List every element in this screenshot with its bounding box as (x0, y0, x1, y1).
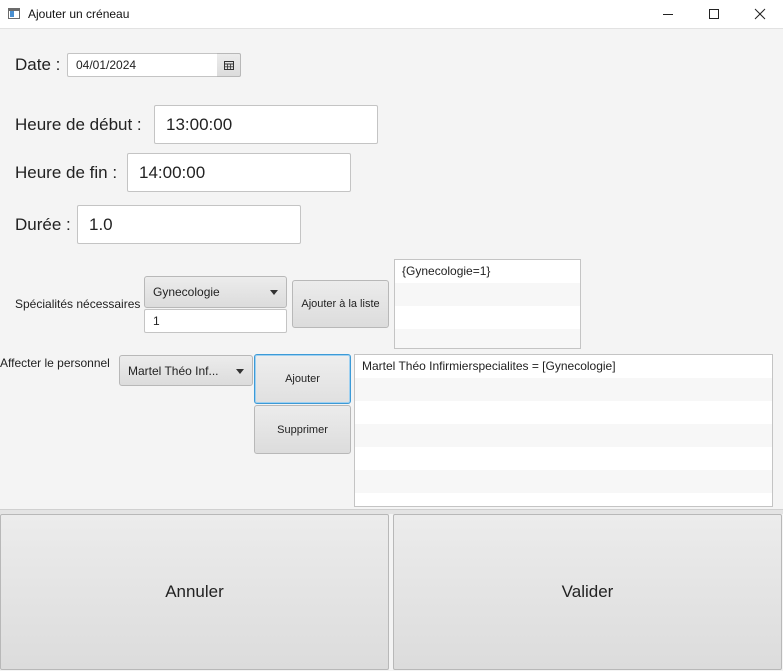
end-time-field[interactable] (127, 153, 351, 192)
staff-select-value: Martel Théo Inf... (128, 363, 219, 378)
date-label: Date : (15, 55, 61, 74)
title-bar: Ajouter un créneau (0, 0, 783, 29)
start-time-field[interactable] (154, 105, 378, 144)
specialty-count-field[interactable] (144, 309, 287, 333)
specialty-select[interactable]: Gynecologie (144, 276, 287, 308)
list-item[interactable] (395, 306, 580, 329)
app-icon (8, 8, 20, 19)
date-field[interactable] (67, 53, 218, 77)
add-staff-button[interactable]: Ajouter (254, 354, 351, 404)
start-time-label: Heure de début : (15, 115, 142, 134)
add-to-list-button[interactable]: Ajouter à la liste (292, 280, 389, 328)
duration-field[interactable] (77, 205, 301, 244)
specialties-list[interactable]: {Gynecologie=1} (394, 259, 581, 349)
close-button[interactable] (737, 0, 783, 29)
list-item[interactable] (395, 283, 580, 306)
minimize-button[interactable] (645, 0, 691, 29)
maximize-button[interactable] (691, 0, 737, 29)
validate-button[interactable]: Valider (393, 514, 782, 670)
specialties-label: Spécialités nécessaires (15, 297, 141, 311)
specialty-select-value: Gynecologie (153, 285, 220, 299)
list-item[interactable] (355, 378, 772, 401)
cancel-button[interactable]: Annuler (0, 514, 389, 670)
chevron-down-icon (270, 290, 278, 295)
date-picker-button[interactable] (217, 53, 241, 77)
close-icon (754, 8, 766, 20)
list-item[interactable] (355, 424, 772, 447)
window-title: Ajouter un créneau (28, 7, 130, 21)
end-time-label: Heure de fin : (15, 163, 118, 182)
staff-list[interactable]: Martel Théo Infirmierspecialites = [Gyne… (354, 354, 773, 507)
list-item[interactable] (355, 401, 772, 424)
duration-label: Durée : (15, 215, 71, 234)
maximize-icon (709, 9, 719, 19)
chevron-down-icon (236, 368, 244, 374)
staff-label: Affecter le personnel (0, 356, 110, 370)
list-item[interactable] (355, 447, 772, 470)
list-item[interactable] (395, 329, 580, 348)
list-item[interactable] (355, 493, 772, 506)
remove-staff-button[interactable]: Supprimer (254, 405, 351, 454)
calendar-icon (224, 61, 234, 70)
list-item[interactable]: Martel Théo Infirmierspecialites = [Gyne… (355, 355, 772, 378)
minimize-icon (663, 14, 673, 15)
staff-select[interactable]: Martel Théo Inf... (119, 355, 253, 386)
list-item[interactable]: {Gynecologie=1} (395, 260, 580, 283)
list-item[interactable] (355, 470, 772, 493)
